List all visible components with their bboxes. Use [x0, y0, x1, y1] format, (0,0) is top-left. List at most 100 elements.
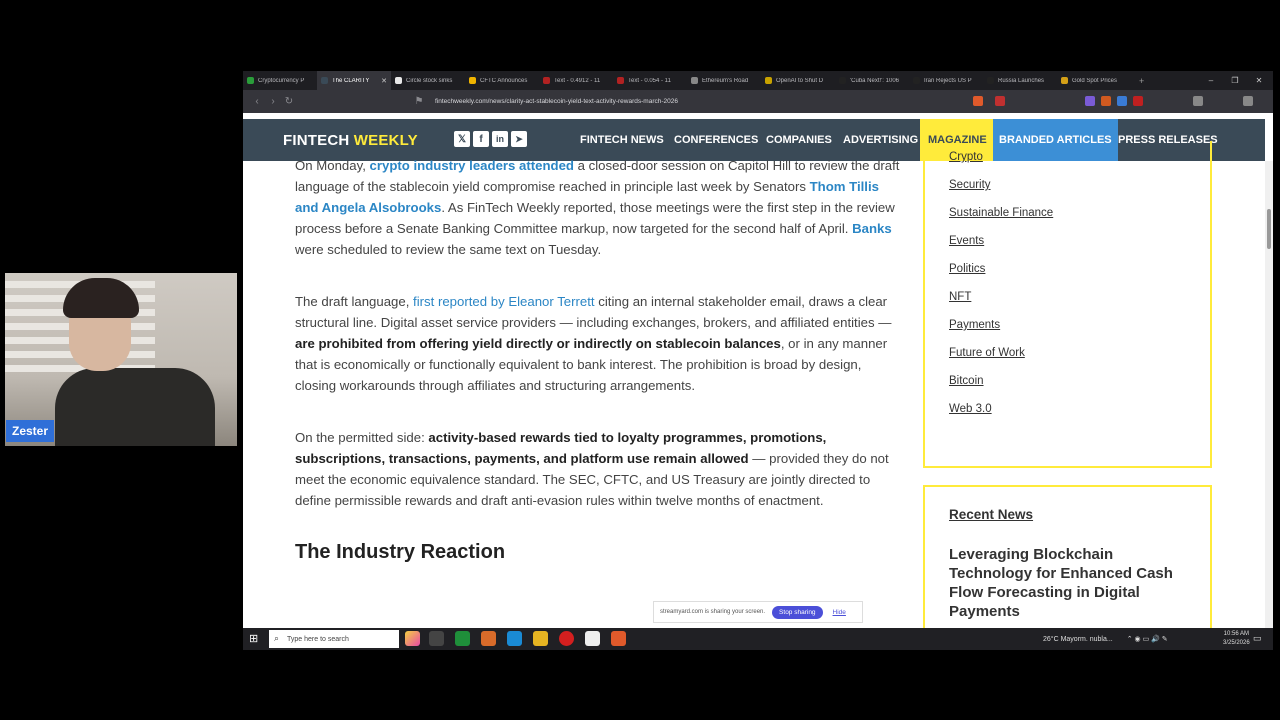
tab-favicon	[691, 77, 698, 84]
category-link[interactable]: Events	[949, 235, 984, 247]
screen-share-notice: streamyard.com is sharing your screen. S…	[653, 601, 863, 623]
search-placeholder: Type here to search	[287, 635, 349, 643]
facebook-icon[interactable]: f	[473, 131, 489, 147]
article-paragraph: On the permitted side: activity-based re…	[295, 430, 889, 508]
tab-favicon	[543, 77, 550, 84]
browser-tab[interactable]: OpenAI to Shut D	[761, 71, 835, 90]
search-icon: ⌕	[274, 633, 280, 643]
scrollbar[interactable]	[1265, 161, 1273, 631]
browser-tab[interactable]: Text - 0.4912 - 11	[539, 71, 613, 90]
tab-label: Circle stock sinks	[406, 77, 453, 84]
recent-news-title[interactable]: Recent News	[949, 507, 1033, 522]
recent-news-item[interactable]: Leveraging Blockchain Technology for Enh…	[949, 545, 1194, 621]
extension-icon[interactable]	[1117, 96, 1127, 106]
category-link[interactable]: Bitcoin	[949, 375, 984, 387]
tray-icons[interactable]: ⌃ ◉ ▭ 🔊 ✎	[1127, 635, 1168, 643]
category-list: Crypto Security Sustainable Finance Events P…	[923, 141, 1212, 468]
brave-rewards-icon[interactable]	[995, 96, 1005, 106]
tab-favicon	[247, 77, 254, 84]
system-tray: 26°C Mayorm. nubla... ⌃ ◉ ▭ 🔊 ✎	[1043, 628, 1168, 650]
site-logo[interactable]: FINTECH WEEKLY	[283, 132, 418, 149]
category-link[interactable]: Sustainable Finance	[949, 207, 1053, 219]
x-icon[interactable]: 𝕏	[454, 131, 470, 147]
clock-date: 3/25/2026	[1223, 640, 1250, 646]
stop-sharing-button[interactable]: Stop sharing	[772, 605, 823, 619]
category-link[interactable]: Politics	[949, 263, 985, 275]
browser-tab[interactable]: Cryptocurrency P	[243, 71, 317, 90]
minimize-icon[interactable]: –	[1199, 71, 1223, 90]
browser-tab[interactable]: Ethereum's Road	[687, 71, 761, 90]
new-tab-icon[interactable]: +	[1139, 76, 1144, 86]
category-link[interactable]: Security	[949, 179, 991, 191]
tab-bar: Cryptocurrency P The CLARITY ✕ Circle stock…	[243, 71, 1273, 90]
browser-tab[interactable]: Text - 0.054 - 11	[613, 71, 687, 90]
opera-icon[interactable]	[559, 631, 574, 646]
browser-tab[interactable]: Iran Rejects US P	[909, 71, 983, 90]
section-heading: The Industry Reaction	[295, 541, 506, 563]
article-paragraph: The draft language, first reported by El…	[295, 294, 892, 393]
tab-favicon	[395, 77, 402, 84]
linkedin-icon[interactable]: in	[492, 131, 508, 147]
tab-label: Ethereum's Road	[702, 77, 749, 84]
forward-icon[interactable]: ›	[265, 96, 281, 107]
browser-tab[interactable]: 'Cuba Next!': 1006	[835, 71, 909, 90]
tab-favicon	[913, 77, 920, 84]
article-link[interactable]: Banks	[852, 221, 892, 236]
tab-label: Iran Rejects US P	[924, 77, 972, 84]
logo-text: FINTECH	[283, 132, 350, 149]
taskbar-search[interactable]: ⌕ Type here to search	[269, 630, 399, 648]
extension-icon[interactable]	[1133, 96, 1143, 106]
browser-tab[interactable]: Russia Launches	[983, 71, 1057, 90]
address-bar: ‹ › ↻ ⚑ fintechweekly.com/news/clarity-a…	[243, 90, 1273, 113]
extension-icon[interactable]	[1101, 96, 1111, 106]
article-link[interactable]: crypto industry leaders attended	[370, 158, 574, 173]
browser-tab[interactable]: Gold Spot Prices	[1057, 71, 1131, 90]
sidebar-icon[interactable]	[1193, 96, 1203, 106]
windows-start-icon[interactable]: ⊞	[249, 633, 261, 645]
extension-icon[interactable]	[1085, 96, 1095, 106]
browser-tab[interactable]: Circle stock sinks	[391, 71, 465, 90]
screen: Cryptocurrency P The CLARITY ✕ Circle stock…	[0, 0, 1280, 720]
hide-button[interactable]: Hide	[833, 609, 846, 616]
category-link[interactable]: Future of Work	[949, 347, 1025, 359]
clock[interactable]: 10:56 AM 3/25/2026	[1223, 630, 1250, 648]
notification-icon[interactable]: ▭	[1253, 633, 1262, 644]
person-body	[55, 368, 215, 446]
tab-label: 'Cuba Next!': 1006	[850, 77, 899, 84]
back-icon[interactable]: ‹	[249, 96, 265, 107]
brave-icon[interactable]	[611, 631, 626, 646]
article-link[interactable]: first reported by Eleanor Terrett	[413, 294, 595, 309]
telegram-icon[interactable]: ➤	[511, 131, 527, 147]
category-link[interactable]: Web 3.0	[949, 403, 992, 415]
app-icon[interactable]	[585, 631, 600, 646]
xbox-icon[interactable]	[455, 631, 470, 646]
browser-window: Cryptocurrency P The CLARITY ✕ Circle stock…	[243, 71, 1273, 650]
edge-icon[interactable]	[507, 631, 522, 646]
maximize-icon[interactable]: ❐	[1223, 71, 1247, 90]
category-link[interactable]: NFT	[949, 291, 971, 303]
url-field[interactable]: fintechweekly.com/news/clarity-act-stabl…	[435, 94, 995, 109]
category-link[interactable]: Payments	[949, 319, 1000, 331]
tab-favicon	[321, 77, 328, 84]
app-icon[interactable]	[481, 631, 496, 646]
brave-shield-icon[interactable]	[973, 96, 983, 106]
browser-tab[interactable]: CFTC Announces	[465, 71, 539, 90]
weather-text[interactable]: 26°C Mayorm. nubla...	[1043, 636, 1113, 643]
url-text: fintechweekly.com/news/clarity-act-stabl…	[435, 98, 678, 105]
menu-icon[interactable]	[1243, 96, 1253, 106]
reload-icon[interactable]: ↻	[281, 96, 297, 107]
file-explorer-icon[interactable]	[533, 631, 548, 646]
browser-tab[interactable]: The CLARITY ✕	[317, 71, 391, 90]
tab-favicon	[987, 77, 994, 84]
tab-favicon	[1061, 77, 1068, 84]
widgets-icon[interactable]	[405, 631, 420, 646]
task-view-icon[interactable]	[429, 631, 444, 646]
tab-label: Russia Launches	[998, 77, 1045, 84]
category-link[interactable]: Crypto	[949, 151, 983, 163]
close-window-icon[interactable]: ✕	[1247, 71, 1271, 90]
tab-favicon	[469, 77, 476, 84]
close-tab-icon[interactable]: ✕	[381, 77, 387, 85]
scrollbar-thumb[interactable]	[1267, 209, 1271, 249]
bookmark-icon[interactable]: ⚑	[411, 96, 427, 107]
recent-news-box: Recent News Leveraging Blockchain Techno…	[923, 485, 1212, 650]
